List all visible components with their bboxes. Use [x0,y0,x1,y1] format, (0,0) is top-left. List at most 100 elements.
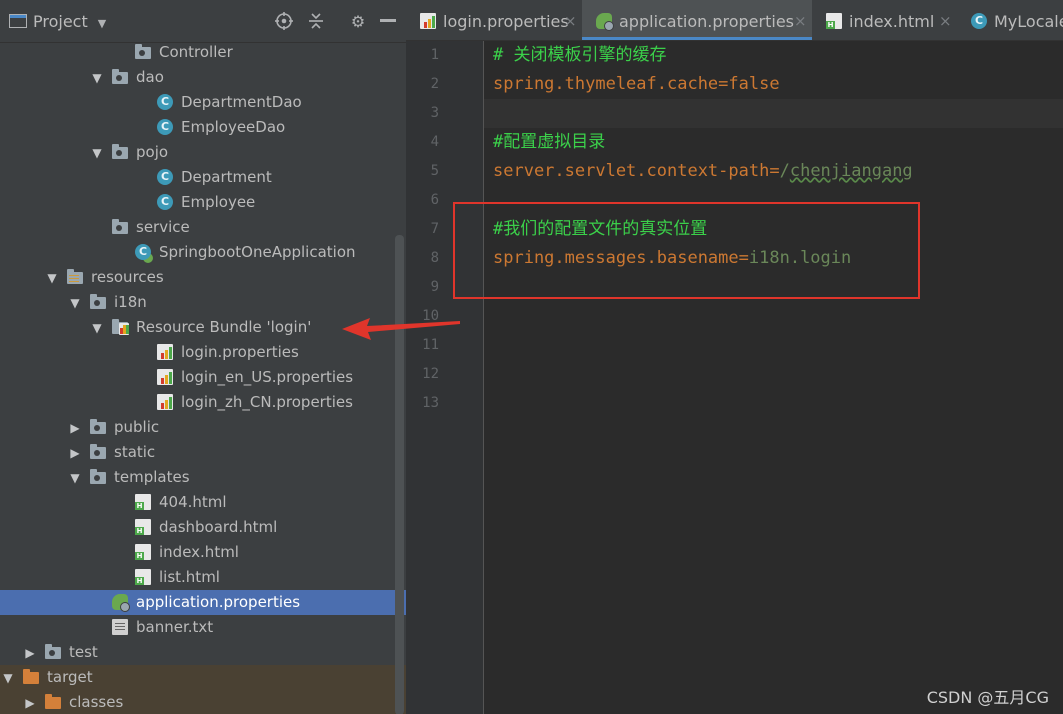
close-icon[interactable]: × [564,12,577,30]
close-icon[interactable]: × [939,12,952,30]
expand-arrow-right-icon[interactable]: ▶ [68,446,82,460]
tree-item-label: Resource Bundle 'login' [136,318,312,336]
tree-item[interactable]: service [0,215,406,240]
tree-item-label: Department [181,168,272,186]
gear-icon[interactable]: ⚙ [348,11,368,31]
expand-arrow-down-icon[interactable]: ▼ [1,671,15,685]
chevron-down-icon[interactable]: ▼ [92,13,112,33]
folder-icon [112,69,128,84]
tree-item-label: application.properties [136,593,301,611]
expand-arrow-down-icon[interactable]: ▼ [45,271,59,285]
tree-item[interactable]: C Employee [0,190,406,215]
spring-class-icon: C [135,244,151,260]
line-number: 1 [430,47,439,63]
editor-tab[interactable]: application.properties × [582,0,812,40]
text-file-icon [112,619,128,635]
folder-icon [23,669,39,684]
hide-panel-icon[interactable] [378,11,398,31]
tree-item[interactable]: ▼ pojo [0,140,406,165]
tree-item[interactable]: ▶ test [0,640,406,665]
scrollbar[interactable] [395,235,404,714]
tree-item[interactable]: login_en_US.properties [0,365,406,390]
editor-tab[interactable]: C MyLocaleR [957,0,1063,40]
folder-icon [90,444,106,459]
expand-arrow-down-icon[interactable]: ▼ [90,321,104,335]
project-view-selector[interactable]: Project [33,12,88,31]
tree-item-label: pojo [136,143,169,161]
tree-item[interactable]: application.properties [0,590,406,615]
tree-item-label: Controller [159,43,233,61]
tree-item[interactable]: Hindex.html [0,540,406,565]
tree-item[interactable]: ▼ dao [0,65,406,90]
tree-item[interactable]: ▼ templates [0,465,406,490]
tree-item-label: login_en_US.properties [181,368,354,386]
close-icon[interactable]: × [794,12,807,30]
tree-item[interactable]: C SpringbootOneApplication [0,240,406,265]
current-line-highlight [484,99,1063,128]
folder-icon [90,469,106,484]
tree-item[interactable]: banner.txt [0,615,406,640]
editor-area: login.properties × application.properties ×… [406,0,1063,714]
tree-item[interactable]: Hdashboard.html [0,515,406,540]
tree-item[interactable]: ▶ static [0,440,406,465]
expand-arrow-down-icon[interactable]: ▼ [68,296,82,310]
tree-item-label: dashboard.html [159,518,278,536]
properties-file-icon [157,394,173,410]
comment: # 关闭模板引擎的缓存 [493,45,667,65]
expand-arrow-right-icon[interactable]: ▶ [68,421,82,435]
code-line-1[interactable]: # 关闭模板引擎的缓存 [493,41,666,70]
tree-item[interactable]: login.properties [0,340,406,365]
red-highlight-box [453,202,920,299]
expand-arrow-down-icon[interactable]: ▼ [68,471,82,485]
tree-item-label: 404.html [159,493,227,511]
code-line-5[interactable]: server.servlet.context-path=/chenjiangan… [493,157,913,186]
tree-item-label: dao [136,68,164,86]
comment: #配置虚拟目录 [493,132,606,152]
project-panel-header: Project ▼ ⚙ [0,0,406,43]
tree-item[interactable]: ▶ public [0,415,406,440]
tree-item[interactable]: H 404.html [0,490,406,515]
tree-item[interactable]: ▶ classes [0,690,406,714]
code-line-2[interactable]: spring.thymeleaf.cache=false [493,70,780,99]
code-line-4[interactable]: #配置虚拟目录 [493,128,605,157]
tree-item-label: service [136,218,190,236]
tree-item-label: index.html [159,543,239,561]
tree-item[interactable]: C Department [0,165,406,190]
tree-item-label: Employee [181,193,256,211]
collapse-all-icon[interactable] [306,11,326,31]
property-key: spring.thymeleaf.cache [493,74,719,94]
equals-sign: = [769,161,780,181]
line-number: 4 [430,134,439,150]
expand-arrow-right-icon[interactable]: ▶ [23,646,37,660]
expand-arrow-right-icon[interactable]: ▶ [23,696,37,710]
editor-tab[interactable]: login.properties × [406,0,582,40]
resource-bundle-icon [112,319,129,335]
html-file-icon: H [135,569,151,585]
code-area[interactable]: # 关闭模板引擎的缓存 spring.thymeleaf.cache=false… [484,41,1063,714]
tree-item[interactable]: Hlist.html [0,565,406,590]
locate-file-icon[interactable] [274,11,294,31]
line-number-gutter: 1 2 3 4 5 6 7 8 9 10 11 12 13 [406,41,484,714]
html-file-icon: H [135,544,151,560]
expand-arrow-down-icon[interactable]: ▼ [90,146,104,160]
tree-item[interactable]: login_zh_CN.properties [0,390,406,415]
tree-item-label: public [114,418,160,436]
folder-icon [112,144,128,159]
class-icon: C [971,13,987,29]
tree-item[interactable]: C EmployeeDao [0,115,406,140]
tree-item[interactable]: ▼ resources [0,265,406,290]
properties-file-icon [420,13,436,29]
tree-item[interactable]: C DepartmentDao [0,90,406,115]
class-icon: C [157,94,173,110]
tree-item-label: resources [91,268,164,286]
tree-item[interactable]: Controller [0,40,406,65]
line-number: 5 [430,163,439,179]
tab-label: index.html [849,12,935,31]
project-tree: Controller ▼ dao C DepartmentDao C EmployeeDao… [0,40,406,714]
class-icon: C [157,119,173,135]
line-number: 13 [422,395,439,411]
editor-tab[interactable]: Hindex.html × [812,0,957,40]
tree-item[interactable]: ▼ target [0,665,406,690]
expand-arrow-down-icon[interactable]: ▼ [90,71,104,85]
line-number: 3 [430,105,439,121]
